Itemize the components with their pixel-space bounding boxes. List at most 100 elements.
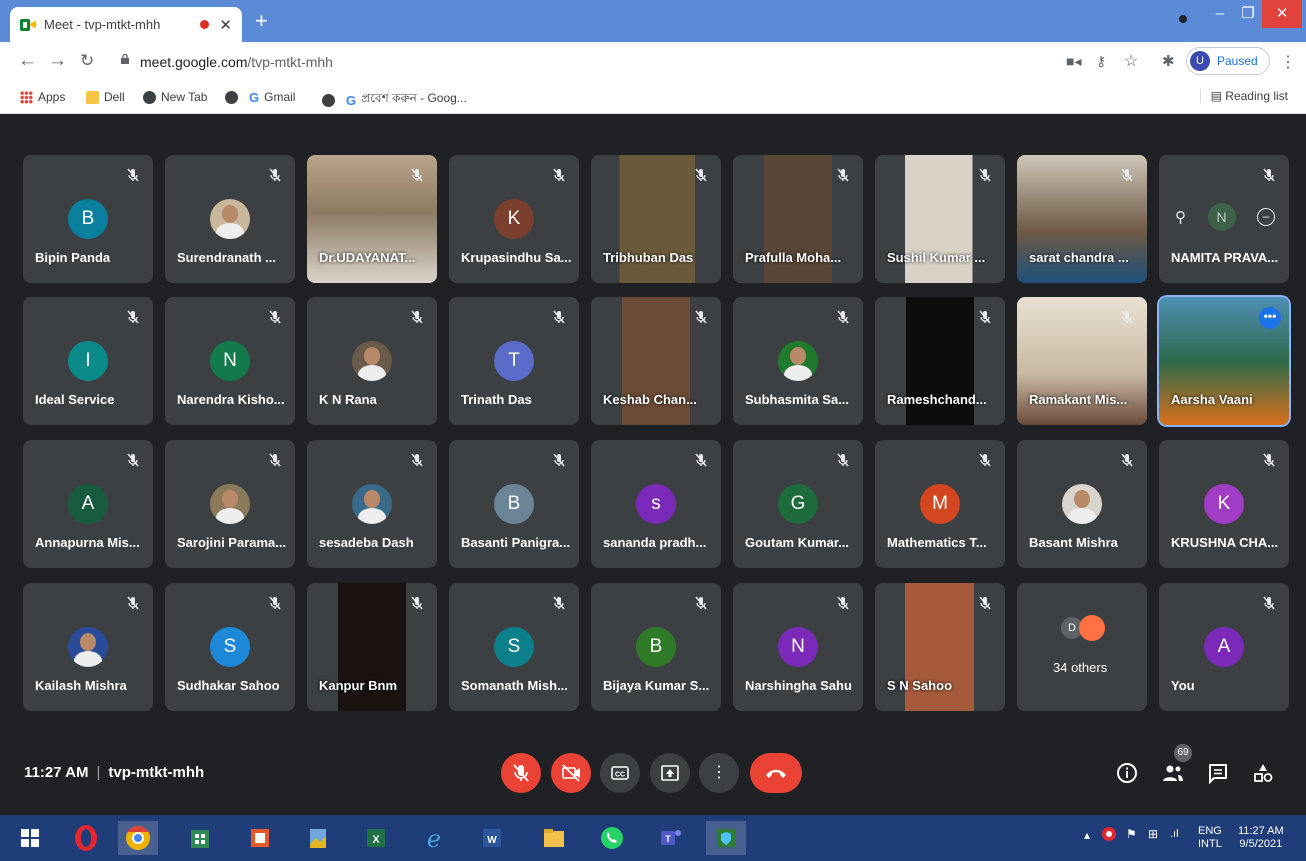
participant-tile[interactable]: Basant Mishra <box>1017 440 1147 568</box>
participant-tile[interactable]: A Annapurna Mis... <box>23 440 153 568</box>
participant-tile[interactable]: sesadeba Dash <box>307 440 437 568</box>
browser-tab-meet[interactable]: Meet - tvp-mtkt-mhh ✕ <box>10 7 242 42</box>
input-language[interactable]: ENG INTL <box>1198 825 1222 851</box>
participant-tile[interactable]: N Narendra Kisho... <box>165 297 295 425</box>
remove-icon[interactable]: – <box>1257 208 1275 226</box>
taskbar-active-app[interactable] <box>706 821 746 855</box>
bookmark-gmail[interactable]: G Gmail <box>225 90 295 104</box>
participant-tile[interactable]: Rameshchand... <box>875 297 1005 425</box>
participant-tile[interactable]: Kanpur Bnm <box>307 583 437 711</box>
bookmark-dell[interactable]: Dell <box>86 90 125 104</box>
forward-arrow-icon[interactable]: → <box>48 50 67 72</box>
participant-tile[interactable]: Sushil Kumar ... <box>875 155 1005 283</box>
taskbar-internet-explorer[interactable]: e <box>414 821 454 855</box>
participant-tile[interactable]: N Narshingha Sahu <box>733 583 863 711</box>
taskbar-app-red[interactable] <box>240 821 280 855</box>
flag-tray-icon[interactable]: ⚑ <box>1126 828 1137 841</box>
pin-icon[interactable]: ⚲ <box>1175 208 1186 226</box>
participant-tile[interactable]: S Sudhakar Sahoo <box>165 583 295 711</box>
taskbar-excel[interactable]: X <box>356 821 396 855</box>
participant-tile[interactable]: K KRUSHNA CHA... <box>1159 440 1289 568</box>
signal-tray-icon[interactable]: .ıl <box>1170 828 1179 841</box>
participant-tile[interactable]: M Mathematics T... <box>875 440 1005 568</box>
participant-tile[interactable]: Ramakant Mis... <box>1017 297 1147 425</box>
participant-tile[interactable]: Kailash Mishra <box>23 583 153 711</box>
tab-close-icon[interactable]: ✕ <box>219 16 232 34</box>
bookmark-sign-in[interactable]: G প্রবেশ করুন - Goog... <box>322 90 467 110</box>
bookmark-star-icon[interactable]: ☆ <box>1124 51 1138 71</box>
profile-paused-button[interactable]: U Paused <box>1186 47 1270 75</box>
participant-tile[interactable]: Sarojini Parama... <box>165 440 295 568</box>
captions-button[interactable]: CC <box>600 753 640 793</box>
taskbar-chrome[interactable] <box>118 821 158 855</box>
present-screen-button[interactable] <box>650 753 690 793</box>
participant-tile[interactable]: G Goutam Kumar... <box>733 440 863 568</box>
taskbar-app-image[interactable] <box>298 821 338 855</box>
show-hidden-icons[interactable]: ▴ <box>1084 829 1090 842</box>
participant-tile[interactable]: ••• Aarsha Vaani <box>1159 297 1289 425</box>
activities-button[interactable] <box>1252 762 1274 790</box>
taskbar-teams[interactable]: T <box>650 821 690 855</box>
participant-tile[interactable]: B Bijaya Kumar S... <box>591 583 721 711</box>
tile-more-options-icon[interactable]: ••• <box>1259 307 1281 329</box>
reading-list-button[interactable]: ▤ Reading list <box>1199 89 1288 103</box>
participant-tile[interactable]: Prafulla Moha... <box>733 155 863 283</box>
microphone-off-button[interactable] <box>501 753 541 793</box>
restore-button[interactable]: ❐ <box>1236 0 1260 28</box>
key-icon[interactable]: ⚷ <box>1096 53 1106 70</box>
taskbar-store[interactable] <box>180 821 220 855</box>
participant-tile[interactable]: B Basanti Panigra... <box>449 440 579 568</box>
participant-tile[interactable]: sarat chandra ... <box>1017 155 1147 283</box>
taskbar-whatsapp[interactable] <box>592 821 632 855</box>
minimize-button[interactable]: – <box>1208 0 1232 28</box>
participant-tile[interactable]: Subhasmita Sa... <box>733 297 863 425</box>
participant-tile[interactable]: Keshab Chan... <box>591 297 721 425</box>
participant-tile[interactable]: B Bipin Panda <box>23 155 153 283</box>
windows-start-button[interactable] <box>10 821 50 855</box>
muted-mic-icon <box>1261 452 1277 468</box>
participant-tile[interactable]: K Krupasindhu Sa... <box>449 155 579 283</box>
meet-controls-bar: 11:27 AM | tvp-mtkt-mhh CC ⋮ 69 <box>0 740 1306 812</box>
participant-tile[interactable]: s sananda pradh... <box>591 440 721 568</box>
bookmark-new-tab[interactable]: New Tab <box>143 90 207 104</box>
network-tray-icon[interactable]: ⊞ <box>1148 828 1158 841</box>
participant-tile[interactable]: Dr.UDAYANAT... <box>307 155 437 283</box>
leave-call-button[interactable] <box>750 753 802 793</box>
reload-icon[interactable]: ↻ <box>80 51 94 71</box>
participant-tile[interactable]: Surendranath ... <box>165 155 295 283</box>
antivirus-tray-icon[interactable] <box>1101 826 1117 846</box>
muted-mic-icon <box>267 595 283 611</box>
extensions-puzzle-icon[interactable]: ✱ <box>1162 52 1175 70</box>
chat-button[interactable] <box>1207 762 1229 790</box>
participant-tile[interactable]: T Trinath Das <box>449 297 579 425</box>
activities-shapes-icon <box>1254 764 1273 782</box>
back-arrow-icon[interactable]: ← <box>18 50 37 72</box>
taskbar-opera[interactable] <box>66 821 106 855</box>
address-bar[interactable]: meet.google.com/tvp-mtkt-mhh ■◂ ⚷ ☆ <box>108 47 1276 77</box>
participant-tile[interactable]: Tribhuban Das <box>591 155 721 283</box>
participant-tile[interactable]: D 34 others <box>1017 583 1147 711</box>
new-tab-button[interactable]: + <box>255 8 268 34</box>
participant-tile[interactable]: K N Rana <box>307 297 437 425</box>
camera-permission-icon[interactable]: ■◂ <box>1066 53 1081 70</box>
participant-tile[interactable]: A You <box>1159 583 1289 711</box>
taskbar-word[interactable]: W <box>472 821 512 855</box>
more-options-button[interactable]: ⋮ <box>699 753 739 793</box>
avatar-photo <box>1062 484 1102 524</box>
close-window-button[interactable]: ✕ <box>1262 0 1302 28</box>
chrome-menu-icon[interactable]: ⋮ <box>1280 52 1296 72</box>
browser-profile-icon[interactable] <box>1176 12 1190 26</box>
system-clock[interactable]: 11:27 AM 9/5/2021 <box>1238 825 1284 851</box>
camera-off-button[interactable] <box>551 753 591 793</box>
taskbar-file-explorer[interactable] <box>534 821 574 855</box>
participant-tile[interactable]: S N Sahoo <box>875 583 1005 711</box>
avatar: S <box>494 627 534 667</box>
muted-mic-icon <box>125 595 141 611</box>
participant-name: NAMITA PRAVA... <box>1171 250 1279 265</box>
bookmark-apps[interactable]: Apps <box>20 90 65 104</box>
show-everyone-button[interactable] <box>1161 762 1185 790</box>
participant-tile[interactable]: I Ideal Service <box>23 297 153 425</box>
participant-tile[interactable]: S Somanath Mish... <box>449 583 579 711</box>
meeting-details-button[interactable] <box>1116 762 1138 790</box>
participant-tile[interactable]: ⚲ N – NAMITA PRAVA... <box>1159 155 1289 283</box>
